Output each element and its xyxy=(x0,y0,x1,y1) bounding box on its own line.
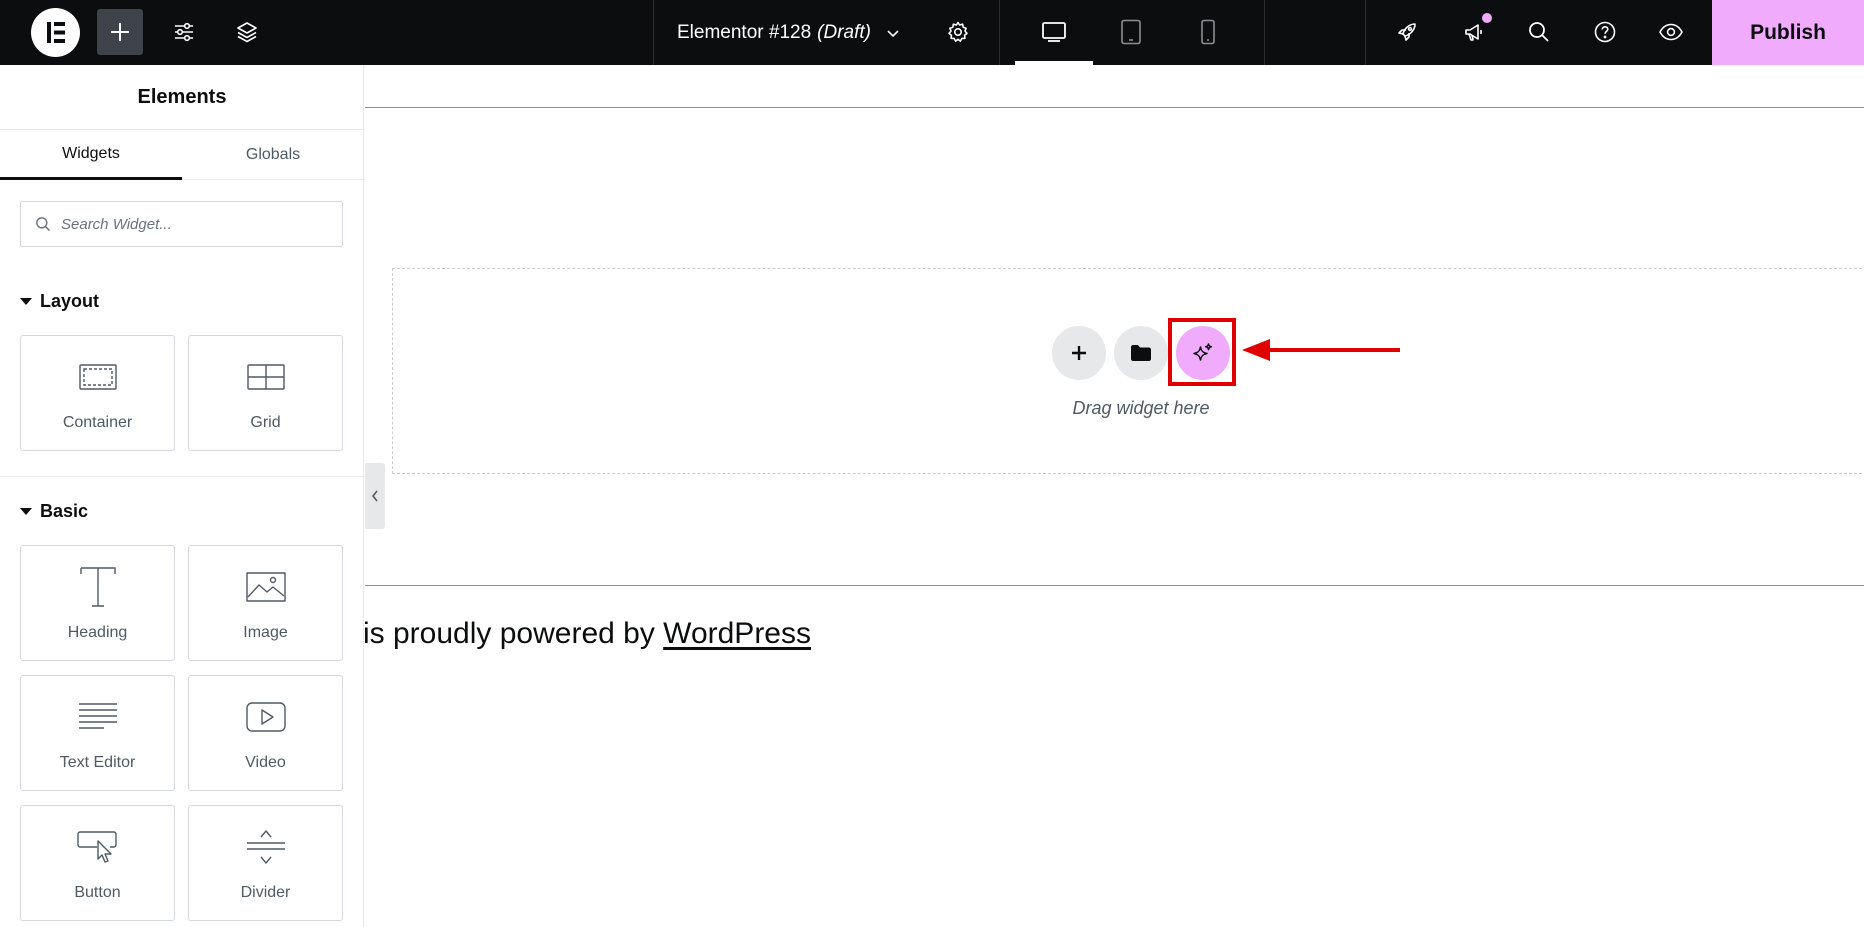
topbar-divider xyxy=(1365,0,1366,65)
site-settings-button[interactable] xyxy=(161,9,207,55)
tablet-icon xyxy=(1121,19,1141,45)
elements-panel: Elements Widgets Globals Layout Containe… xyxy=(0,65,364,927)
search-icon xyxy=(36,217,50,231)
desktop-preview-button[interactable] xyxy=(1031,9,1077,55)
widget-label: Container xyxy=(62,414,133,431)
tab-widgets[interactable]: Widgets xyxy=(0,130,182,180)
panel-tabs: Widgets Globals xyxy=(0,130,364,180)
preview-changes-button[interactable] xyxy=(1648,9,1694,55)
widget-heading[interactable]: Heading xyxy=(20,545,175,661)
widget-video[interactable]: Video xyxy=(188,675,343,791)
footer-divider-line xyxy=(365,585,1864,586)
text-editor-icon xyxy=(21,694,174,740)
panel-title: Elements xyxy=(0,65,364,130)
button-icon xyxy=(21,824,174,870)
drop-zone-label: Drag widget here xyxy=(1072,398,1210,418)
chevron-down-icon xyxy=(887,29,899,37)
help-icon xyxy=(1594,21,1616,43)
document-title: Elementor #128 xyxy=(677,21,812,43)
grid-icon xyxy=(189,354,342,400)
heading-icon xyxy=(21,564,174,610)
container-icon xyxy=(21,354,174,400)
footer-credit: is proudly powered by WordPress xyxy=(363,617,811,651)
document-status: (Draft) xyxy=(817,21,871,43)
publish-button[interactable]: Publish xyxy=(1712,0,1864,65)
eye-icon xyxy=(1659,23,1683,41)
layers-icon xyxy=(237,22,257,43)
tablet-preview-button[interactable] xyxy=(1108,9,1154,55)
sliders-icon xyxy=(175,22,193,42)
category-label: Layout xyxy=(40,291,100,311)
plus-icon xyxy=(111,23,129,41)
widget-image[interactable]: Image xyxy=(188,545,343,661)
top-bar: Elementor #128 (Draft) Publish xyxy=(0,0,1864,65)
widget-label: Grid xyxy=(250,414,281,431)
search-icon xyxy=(1529,22,1549,42)
add-new-container-button[interactable] xyxy=(1052,326,1106,380)
annotation-highlight-box xyxy=(1168,318,1236,386)
notification-dot xyxy=(1482,13,1492,23)
megaphone-icon xyxy=(1465,24,1482,41)
elementor-logo-icon[interactable] xyxy=(31,8,80,57)
category-label: Basic xyxy=(40,501,89,521)
document-title-dropdown[interactable]: Elementor #128 (Draft) xyxy=(677,0,901,65)
category-layout-toggle[interactable]: Layout xyxy=(20,291,99,312)
category-separator xyxy=(0,476,364,477)
tab-globals[interactable]: Globals xyxy=(182,130,364,180)
widget-label: Video xyxy=(245,754,286,771)
widget-label: Image xyxy=(243,624,288,641)
widget-divider[interactable]: Divider xyxy=(188,805,343,921)
collapse-panel-button[interactable] xyxy=(365,463,385,529)
category-basic-toggle[interactable]: Basic xyxy=(20,501,88,522)
chevron-left-icon xyxy=(371,490,378,502)
caret-down-icon xyxy=(20,508,32,515)
footer-credit-text: is proudly powered by xyxy=(363,617,655,650)
widget-label: Divider xyxy=(240,884,291,901)
structure-button[interactable] xyxy=(224,9,270,55)
widget-button[interactable]: Button xyxy=(20,805,175,921)
desktop-icon xyxy=(1042,22,1066,42)
active-device-indicator xyxy=(1015,61,1093,65)
mobile-icon xyxy=(1201,19,1215,45)
topbar-divider xyxy=(653,0,654,65)
rocket-icon xyxy=(1398,23,1416,41)
topbar-divider xyxy=(999,0,1000,65)
page-settings-button[interactable] xyxy=(935,9,981,55)
help-button[interactable] xyxy=(1582,9,1628,55)
folder-icon xyxy=(1131,345,1151,361)
caret-down-icon xyxy=(20,298,32,305)
launchpad-button[interactable] xyxy=(1384,9,1430,55)
gear-icon xyxy=(948,21,968,42)
widget-label: Text Editor xyxy=(59,754,136,771)
widget-text-editor[interactable]: Text Editor xyxy=(20,675,175,791)
widget-label: Button xyxy=(74,884,121,901)
video-icon xyxy=(189,694,342,740)
widget-label: Heading xyxy=(67,624,128,641)
widget-container[interactable]: Container xyxy=(20,335,175,451)
add-template-button[interactable] xyxy=(1114,326,1168,380)
mobile-preview-button[interactable] xyxy=(1185,9,1231,55)
divider-icon xyxy=(189,824,342,870)
wordpress-link[interactable]: WordPress xyxy=(663,617,811,650)
search-widget-input[interactable] xyxy=(61,215,321,233)
topbar-divider xyxy=(1264,0,1265,65)
finder-button[interactable] xyxy=(1516,9,1562,55)
add-element-button[interactable] xyxy=(97,9,143,55)
annotation-arrow-icon xyxy=(1242,339,1400,361)
widget-grid[interactable]: Grid xyxy=(188,335,343,451)
header-divider-line xyxy=(365,107,1864,108)
plus-icon xyxy=(1072,346,1086,360)
search-widget-box xyxy=(20,201,343,247)
image-icon xyxy=(189,564,342,610)
